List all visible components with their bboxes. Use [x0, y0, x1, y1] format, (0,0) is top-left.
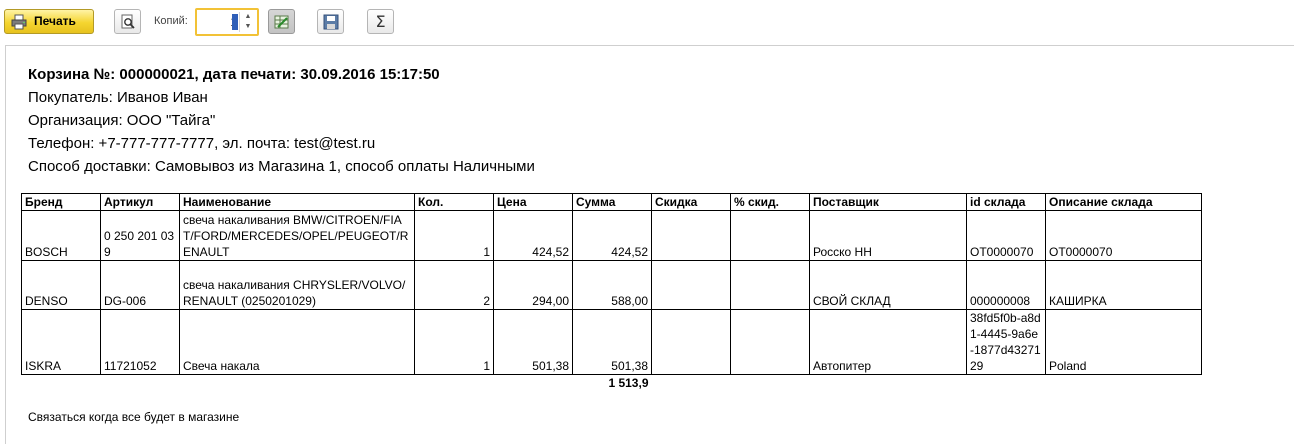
cell-sum: 424,52 [572, 210, 652, 261]
cell-discount-pct [730, 309, 810, 375]
organization-line: Организация: ООО "Тайга" [28, 112, 216, 129]
cell-warehouse-desc: КАШИРКА [1045, 260, 1202, 310]
table-row: ISKRA 11721052 Свеча накала 1 501,38 501… [21, 309, 1202, 375]
cell-price: 501,38 [493, 309, 573, 375]
column-header: Бренд [21, 193, 101, 211]
column-header: Поставщик [809, 193, 967, 211]
delivery-line: Способ доставки: Самовывоз из Магазина 1… [28, 158, 535, 175]
cell-name: свеча накаливания BMW/CITROEN/FIAT/FORD/… [179, 210, 415, 261]
cell-warehouse-id: 38fd5f0b-a8d1-4445-9a6e-1877d4327129 [966, 309, 1046, 375]
sum-button[interactable]: Σ [367, 9, 394, 34]
column-header: Кол. [414, 193, 494, 211]
cell-article: DG-006 [100, 260, 180, 310]
preview-button[interactable] [114, 9, 141, 34]
cell-warehouse-desc: ОТ0000070 [1045, 210, 1202, 261]
printer-icon [11, 14, 27, 30]
column-header: % скид. [730, 193, 810, 211]
cell-article: 0 250 201 039 [100, 210, 180, 261]
column-header: Сумма [572, 193, 652, 211]
column-header: Скидка [651, 193, 731, 211]
table-header-row: Бренд Артикул Наименование Кол. Цена Сум… [21, 193, 1202, 211]
column-header: Цена [493, 193, 573, 211]
toolbar: Печать Копий: ▲ ▼ Σ [0, 0, 1294, 44]
cell-qty: 2 [414, 260, 494, 310]
cell-brand: ISKRA [21, 309, 101, 375]
edit-icon [274, 15, 289, 29]
cell-warehouse-id: 000000008 [966, 260, 1046, 310]
cell-article: 11721052 [100, 309, 180, 375]
cell-warehouse-id: ОТ0000070 [966, 210, 1046, 261]
total-row: 1 513,9 [22, 375, 1202, 392]
print-button[interactable]: Печать [4, 9, 94, 34]
spin-down-icon[interactable]: ▼ [240, 22, 256, 32]
copies-field[interactable]: ▲ ▼ [195, 8, 259, 36]
cell-sum: 501,38 [572, 309, 652, 375]
sum-icon: Σ [375, 12, 386, 31]
cell-sum: 588,00 [572, 260, 652, 310]
column-header: Наименование [179, 193, 415, 211]
total-sum: 1 513,9 [608, 376, 649, 390]
copies-stepper[interactable]: ▲ ▼ [239, 12, 256, 32]
cell-price: 294,00 [493, 260, 573, 310]
cell-discount [651, 210, 731, 261]
column-header: id склада [966, 193, 1046, 211]
cell-name: Свеча накала [179, 309, 415, 375]
edit-mode-button[interactable] [268, 9, 295, 34]
cell-discount [651, 309, 731, 375]
column-header: Описание склада [1045, 193, 1202, 211]
buyer-line: Покупатель: Иванов Иван [28, 89, 208, 106]
cell-qty: 1 [414, 210, 494, 261]
print-button-label: Печать [34, 14, 76, 28]
cell-supplier: Росско НН [809, 210, 967, 261]
cell-name: свеча накаливания CHRYSLER/VOLVO/RENAULT… [179, 260, 415, 310]
cell-discount [651, 260, 731, 310]
cell-brand: DENSO [21, 260, 101, 310]
cell-discount-pct [730, 210, 810, 261]
contacts-line: Телефон: +7-777-777-7777, эл. почта: tes… [28, 135, 376, 152]
cell-qty: 1 [414, 309, 494, 375]
cell-supplier: СВОЙ СКЛАД [809, 260, 967, 310]
preview-icon [121, 14, 135, 29]
basket-table: Бренд Артикул Наименование Кол. Цена Сум… [21, 193, 1202, 391]
cell-supplier: Автопитер [809, 309, 967, 375]
cell-price: 424,52 [493, 210, 573, 261]
table-row: BOSCH 0 250 201 039 свеча накаливания BM… [21, 210, 1202, 261]
text-cursor [232, 14, 238, 30]
cell-brand: BOSCH [21, 210, 101, 261]
spin-up-icon[interactable]: ▲ [240, 12, 256, 22]
comment-note: Связаться когда все будет в магазине [28, 410, 240, 424]
cell-warehouse-desc: Poland [1045, 309, 1202, 375]
save-button[interactable] [317, 9, 344, 34]
cell-discount-pct [730, 260, 810, 310]
column-header: Артикул [100, 193, 180, 211]
table-row: DENSO DG-006 свеча накаливания CHRYSLER/… [21, 260, 1202, 310]
copies-label: Копий: [154, 15, 188, 27]
save-icon [323, 14, 339, 30]
document-title: Корзина №: 000000021, дата печати: 30.09… [28, 66, 440, 83]
